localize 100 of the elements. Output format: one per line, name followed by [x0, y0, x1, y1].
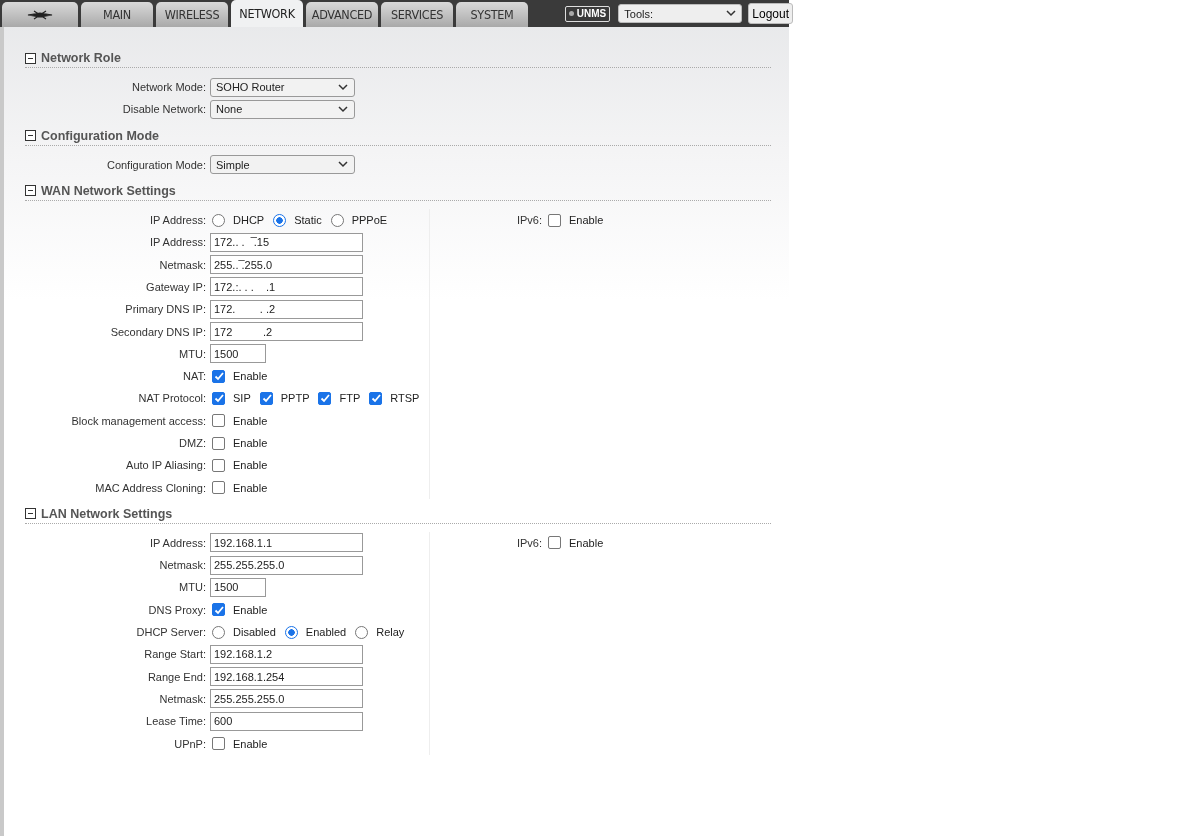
radio-button[interactable]	[355, 625, 369, 639]
checkbox[interactable]	[212, 603, 225, 617]
field-label: IPv6:	[515, 536, 543, 549]
radio-button[interactable]	[330, 213, 344, 227]
status-dot-icon	[568, 11, 574, 16]
option-label: Disabled	[233, 626, 276, 639]
section-title: LAN Network Settings	[41, 506, 173, 521]
input-field[interactable]: 600	[210, 711, 363, 731]
input-field[interactable]: 255.255.255.0	[210, 689, 363, 709]
input-field[interactable]: 192.168.1.254	[210, 667, 363, 687]
field-label: Gateway IP:	[145, 280, 207, 293]
checkbox[interactable]	[212, 436, 225, 450]
collapse-icon[interactable]	[25, 130, 36, 142]
field-label: Auto IP Aliasing:	[125, 459, 207, 472]
nav-tab[interactable]: MAIN	[81, 2, 153, 27]
field-label: Range End:	[146, 670, 207, 683]
option-label: RTSP	[390, 392, 420, 405]
checkbox[interactable]	[259, 391, 273, 405]
check-icon	[213, 392, 224, 405]
option-label: Enable	[233, 481, 268, 494]
collapse-icon[interactable]	[25, 52, 36, 64]
caret-icon	[726, 10, 737, 17]
option-label: PPTP	[280, 392, 310, 405]
input-field[interactable]: 255.255.255.0	[210, 555, 363, 575]
input-field[interactable]: 172.. . ̅.15	[210, 232, 363, 252]
field-label: IP Address:	[148, 214, 207, 227]
nav-tab[interactable]: SERVICES	[381, 2, 453, 27]
option-label: DHCP	[233, 214, 265, 227]
badge-label: UNMS	[576, 8, 607, 19]
checkbox[interactable]	[548, 536, 561, 550]
logout-button[interactable]: Logout	[748, 3, 793, 24]
field-label: DMZ:	[178, 437, 207, 449]
check-icon	[260, 392, 272, 405]
input-field[interactable]: 192.168.1.2	[210, 644, 363, 664]
field-label: Primary DNS IP:	[124, 303, 207, 316]
tools-dropdown[interactable]: Tools:	[618, 4, 743, 23]
select-field[interactable]: Simple	[210, 155, 355, 175]
option-label: Enable	[233, 603, 268, 616]
field-label: MAC Address Cloning:	[94, 481, 207, 494]
check-icon	[370, 392, 382, 405]
input-field[interactable]: 1500	[210, 578, 266, 597]
checkbox[interactable]	[212, 481, 225, 495]
field-label: IPv6:	[515, 214, 543, 227]
nav-tab[interactable]: NETWORK	[231, 0, 303, 27]
field-label: UPnP:	[173, 737, 207, 750]
option-label: SIP	[233, 392, 251, 405]
option-label: Enable	[569, 536, 604, 549]
input-field[interactable]: 172 .2	[210, 322, 363, 341]
option-label: Relay	[376, 626, 405, 639]
checkbox[interactable]	[369, 391, 383, 405]
check-icon	[319, 392, 331, 405]
checkbox[interactable]	[212, 369, 225, 383]
radio-button[interactable]	[212, 213, 225, 227]
field-label: Range Start:	[143, 648, 207, 661]
field-label: MTU:	[178, 347, 207, 360]
nav-tab[interactable]: SYSTEM	[456, 2, 528, 27]
select-field[interactable]: None	[210, 99, 355, 119]
radio-button[interactable]	[273, 213, 287, 227]
input-field[interactable]: 172.:. . . .1	[210, 277, 363, 297]
logo-tab[interactable]	[2, 2, 78, 27]
field-label: Network Mode:	[131, 81, 207, 94]
checkbox[interactable]	[318, 391, 332, 405]
caret-icon	[338, 161, 348, 169]
checkbox[interactable]	[212, 458, 225, 472]
check-icon	[213, 370, 224, 383]
input-field[interactable]: 255.. ̅.255.0	[210, 255, 363, 275]
field-label: DNS Proxy:	[147, 603, 207, 616]
nav-tab[interactable]: WIRELESS	[156, 2, 228, 27]
input-field[interactable]: 172. . .2	[210, 299, 363, 319]
section-title: Network Role	[41, 51, 121, 65]
radio-button[interactable]	[212, 625, 225, 639]
checkbox[interactable]	[548, 213, 561, 227]
field-label: NAT:	[181, 370, 207, 383]
input-field[interactable]: 192.168.1.1	[210, 533, 363, 553]
field-label: Netmask:	[158, 559, 207, 572]
field-label: Secondary DNS IP:	[109, 325, 207, 338]
field-label: MTU:	[178, 581, 207, 594]
checkbox[interactable]	[212, 391, 225, 405]
section-title: WAN Network Settings	[41, 183, 176, 198]
field-label: IP Address:	[148, 236, 207, 249]
option-label: Enable	[233, 459, 268, 472]
option-label: FTP	[339, 392, 361, 405]
checkbox[interactable]	[212, 414, 225, 428]
checkbox[interactable]	[212, 737, 225, 751]
field-label: Disable Network:	[121, 103, 207, 116]
caret-icon	[338, 105, 348, 113]
unms-badge[interactable]: UNMS	[564, 5, 611, 22]
field-label: Netmask:	[158, 258, 207, 271]
field-label: IP Address:	[148, 536, 207, 549]
option-label: Enabled	[305, 626, 347, 639]
option-label: Enable	[569, 214, 604, 227]
option-label: Static	[294, 214, 322, 227]
select-field[interactable]: SOHO Router	[210, 77, 355, 97]
option-label: PPPoE	[351, 214, 388, 227]
field-label: Configuration Mode:	[105, 158, 207, 171]
collapse-icon[interactable]	[25, 508, 36, 520]
radio-button[interactable]	[284, 625, 298, 639]
collapse-icon[interactable]	[25, 185, 36, 197]
nav-tab[interactable]: ADVANCED	[306, 2, 378, 27]
input-field[interactable]: 1500	[210, 344, 266, 364]
